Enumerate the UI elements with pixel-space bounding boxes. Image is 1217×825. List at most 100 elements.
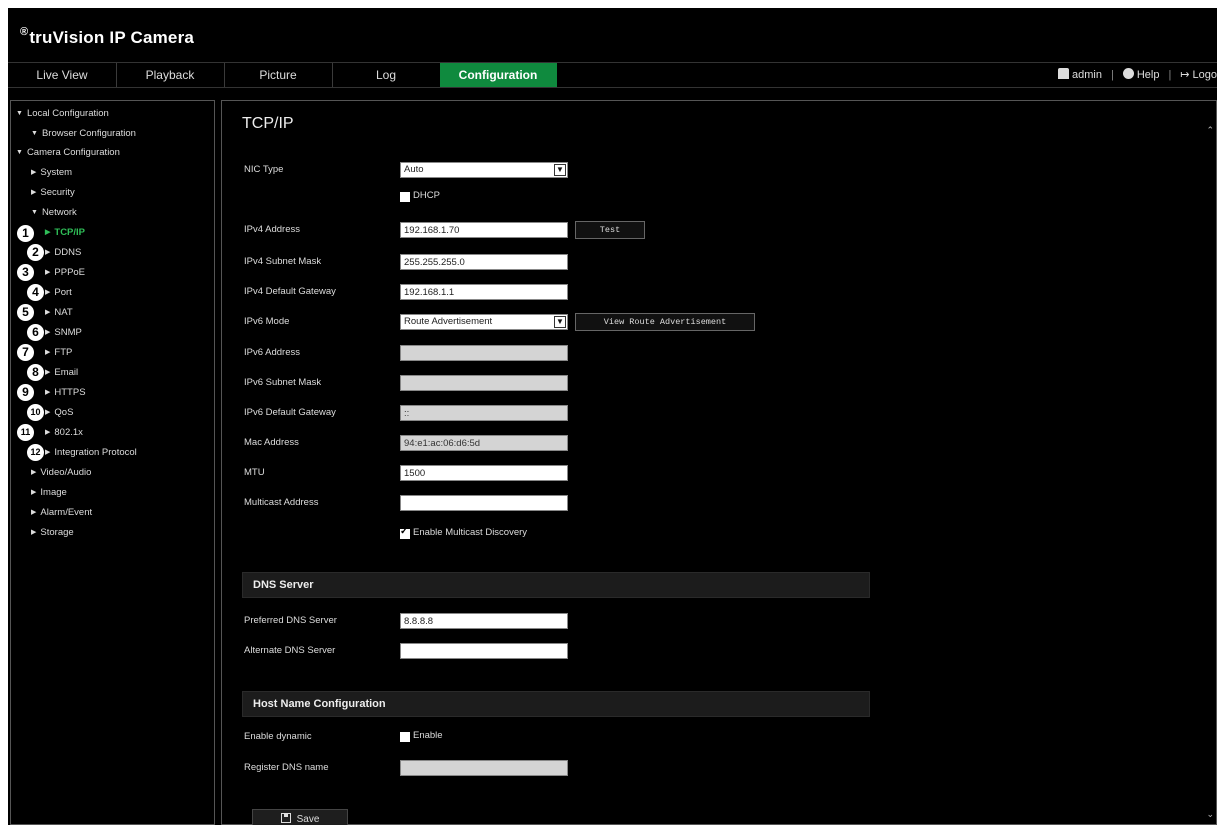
host-name-section-header: Host Name Configuration xyxy=(242,691,870,717)
scroll-down-icon[interactable]: ⌄ xyxy=(1206,809,1214,820)
help-link[interactable]: Help xyxy=(1122,63,1159,87)
sidebar-item-network[interactable]: ▼ Network xyxy=(31,207,77,218)
multicast-address-input[interactable] xyxy=(400,495,568,511)
sidebar-item-label: DDNS xyxy=(54,247,82,258)
ipv6-address-input xyxy=(400,345,568,361)
enable-dynamic-label: Enable dynamic xyxy=(244,731,312,742)
save-label: Save xyxy=(296,814,320,825)
collapse-triangle-icon: ▶ xyxy=(45,309,51,316)
sidebar-item-image[interactable]: ▶ Image xyxy=(31,487,67,498)
user-link[interactable]: admin xyxy=(1057,63,1102,87)
callout-badge: 11 xyxy=(17,424,34,441)
callout-badge: 5 xyxy=(17,304,34,321)
multicast-discovery-checkbox[interactable] xyxy=(400,526,410,539)
sidebar-item-video-audio[interactable]: ▶ Video/Audio xyxy=(31,467,91,478)
sidebar-item-label: Port xyxy=(54,287,72,298)
sidebar-item-storage[interactable]: ▶ Storage xyxy=(31,527,74,538)
sidebar-item-nat[interactable]: ▶ NAT xyxy=(45,307,73,318)
preferred-dns-input[interactable] xyxy=(400,613,568,629)
ipv4-gateway-label: IPv4 Default Gateway xyxy=(244,286,336,297)
sidebar-item-camera-configuration[interactable]: ▼ Camera Configuration xyxy=(16,147,120,158)
view-route-advertisement-button[interactable]: View Route Advertisement xyxy=(575,313,755,331)
save-button[interactable]: Save xyxy=(252,809,348,825)
ipv4-address-label: IPv4 Address xyxy=(244,224,300,235)
sidebar-item-label: Integration Protocol xyxy=(54,447,137,458)
tab-configuration[interactable]: Configuration xyxy=(440,63,557,87)
logout-link[interactable]: ↦ Logo xyxy=(1180,63,1217,87)
ipv6-subnet-input xyxy=(400,375,568,391)
sidebar-item-port[interactable]: ▶ Port xyxy=(45,287,72,298)
tab-playback[interactable]: Playback xyxy=(116,63,225,87)
collapse-triangle-icon: ▶ xyxy=(31,169,37,176)
sidebar-item-ddns[interactable]: ▶ DDNS xyxy=(45,247,81,258)
register-dns-name-label: Register DNS name xyxy=(244,762,329,773)
ipv6-address-label: IPv6 Address xyxy=(244,347,300,358)
collapse-triangle-icon: ▶ xyxy=(45,429,51,436)
sidebar-item-label: QoS xyxy=(54,407,74,418)
collapse-triangle-icon: ▶ xyxy=(45,329,51,336)
sidebar-item-email[interactable]: ▶ Email xyxy=(45,367,78,378)
scroll-up-icon[interactable]: ⌃ xyxy=(1206,125,1214,136)
user-name: admin xyxy=(1071,69,1102,81)
ipv4-subnet-input[interactable] xyxy=(400,254,568,270)
sidebar-item-https[interactable]: ▶ HTTPS xyxy=(45,387,86,398)
sidebar-item-pppoe[interactable]: ▶ PPPoE xyxy=(45,267,85,278)
collapse-triangle-icon: ▶ xyxy=(45,289,51,296)
callout-badge: 6 xyxy=(27,324,44,341)
sidebar-item-label: Network xyxy=(41,207,77,218)
ipv4-subnet-label: IPv4 Subnet Mask xyxy=(244,256,322,267)
sidebar-item-qos[interactable]: ▶ QoS xyxy=(45,407,73,418)
alternate-dns-input[interactable] xyxy=(400,643,568,659)
ipv6-subnet-label: IPv6 Subnet Mask xyxy=(244,377,322,388)
sidebar-item-ftp[interactable]: ▶ FTP xyxy=(45,347,72,358)
tab-live-view[interactable]: Live View xyxy=(8,63,117,87)
callout-badge: 7 xyxy=(17,344,34,361)
collapse-triangle-icon: ▶ xyxy=(45,229,51,236)
ipv4-address-input[interactable] xyxy=(400,222,568,238)
nic-type-select[interactable]: Auto ▼ xyxy=(400,162,568,178)
user-icon xyxy=(1057,68,1069,79)
callout-badge: 3 xyxy=(17,264,34,281)
multicast-discovery-label: Enable Multicast Discovery xyxy=(413,527,528,538)
sidebar-item-label: TCP/IP xyxy=(54,227,86,238)
mac-address-label: Mac Address xyxy=(244,437,299,448)
sidebar-item-label: NAT xyxy=(54,307,73,318)
help-icon xyxy=(1122,68,1134,79)
sidebar-item-alarm-event[interactable]: ▶ Alarm/Event xyxy=(31,507,92,518)
ipv4-gateway-input[interactable] xyxy=(400,284,568,300)
ipv6-mode-select[interactable]: Route Advertisement ▼ xyxy=(400,314,568,330)
sidebar-item-local-configuration[interactable]: ▼ Local Configuration xyxy=(16,108,109,119)
page-title: TCP/IP xyxy=(242,115,294,132)
tab-log[interactable]: Log xyxy=(332,63,441,87)
sidebar-item-label: Video/Audio xyxy=(40,467,92,478)
sidebar-item-label: Image xyxy=(40,487,67,498)
dhcp-checkbox[interactable] xyxy=(400,192,410,202)
brand-title: truVision IP Camera xyxy=(29,28,195,47)
enable-dynamic-checkbox[interactable] xyxy=(400,732,410,742)
callout-badge: 1 xyxy=(17,225,34,242)
callout-badge: 8 xyxy=(27,364,44,381)
sidebar-item-security[interactable]: ▶ Security xyxy=(31,187,75,198)
mtu-input[interactable] xyxy=(400,465,568,481)
sidebar-item-browser-configuration[interactable]: ▼ Browser Configuration xyxy=(31,128,136,139)
sidebar-item-8021x[interactable]: ▶ 802.1x xyxy=(45,427,83,438)
test-button[interactable]: Test xyxy=(575,221,645,239)
nic-type-label: NIC Type xyxy=(244,164,284,175)
sidebar-item-snmp[interactable]: ▶ SNMP xyxy=(45,327,82,338)
sidebar-item-system[interactable]: ▶ System xyxy=(31,167,72,178)
section-title: DNS Server xyxy=(253,579,314,591)
nic-type-value: Auto xyxy=(404,164,424,175)
ipv6-mode-label: IPv6 Mode xyxy=(244,316,290,327)
section-title: Host Name Configuration xyxy=(253,698,386,710)
collapse-triangle-icon: ▶ xyxy=(31,469,37,476)
collapse-triangle-icon: ▶ xyxy=(31,509,37,516)
tab-picture[interactable]: Picture xyxy=(224,63,333,87)
collapse-triangle-icon: ▶ xyxy=(45,349,51,356)
collapse-triangle-icon: ▶ xyxy=(31,189,37,196)
sidebar-item-label: Browser Configuration xyxy=(41,128,136,139)
sidebar-item-tcpip[interactable]: ▶ TCP/IP xyxy=(45,227,85,238)
sidebar-item-integration-protocol[interactable]: ▶ Integration Protocol xyxy=(45,447,137,458)
collapse-triangle-icon: ▶ xyxy=(45,369,51,376)
callout-badge: 4 xyxy=(27,284,44,301)
sidebar-item-label: Alarm/Event xyxy=(40,507,93,518)
